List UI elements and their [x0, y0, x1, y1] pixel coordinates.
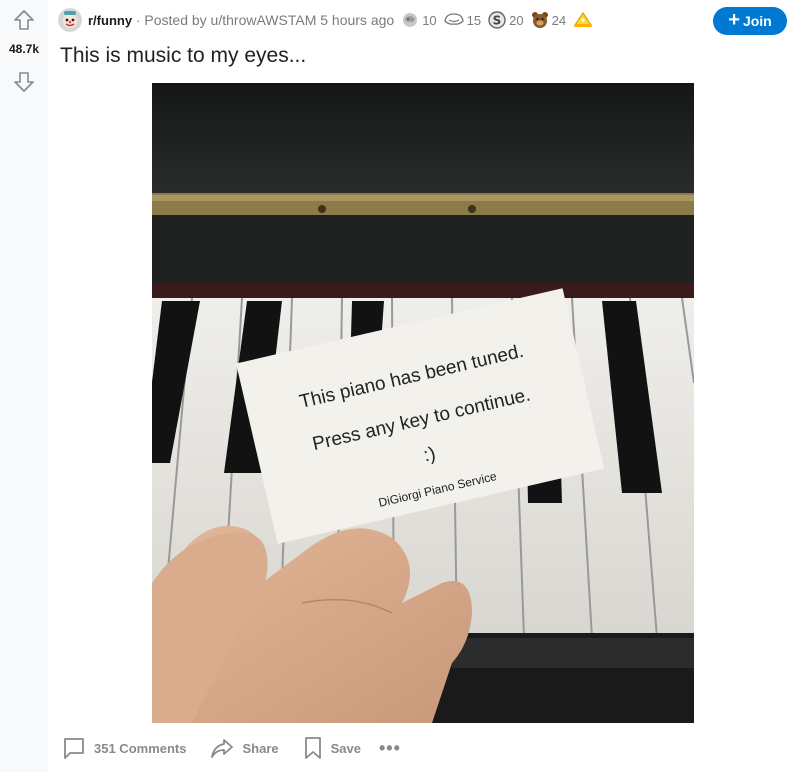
- posted-by-text[interactable]: Posted by u/throwAWSTAM 5 hours ago: [144, 12, 394, 28]
- award-hat[interactable]: [572, 10, 596, 30]
- post-header: r/funny · Posted by u/throwAWSTAM 5 hour…: [56, 6, 795, 34]
- subreddit-link[interactable]: r/funny: [88, 13, 132, 28]
- post-actions: 351 Comments Share Save •••: [62, 732, 401, 764]
- bookmark-icon: [304, 737, 321, 759]
- helpful-award-icon: [443, 13, 464, 25]
- more-options-icon[interactable]: •••: [379, 738, 401, 759]
- comments-button[interactable]: 351 Comments: [62, 736, 186, 760]
- share-button[interactable]: Share: [210, 736, 279, 760]
- award-count: 10: [422, 12, 437, 28]
- downvote-button[interactable]: [12, 70, 36, 94]
- separator-dot: ·: [136, 12, 141, 28]
- silver-award-icon: [403, 13, 418, 27]
- comments-label: 351 Comments: [94, 740, 187, 756]
- join-button[interactable]: + Join: [713, 7, 787, 35]
- share-label: Share: [242, 740, 279, 756]
- downvote-arrow-icon: [14, 72, 34, 92]
- award-count: 20: [509, 12, 524, 28]
- bear-award-icon: [531, 12, 548, 28]
- plus-icon: +: [728, 9, 740, 31]
- coin-award-icon: S: [488, 11, 506, 29]
- comment-icon: [64, 738, 84, 759]
- vote-column: 48.7k: [0, 0, 48, 772]
- save-button[interactable]: Save: [303, 736, 361, 760]
- hat-award-icon: [573, 11, 593, 27]
- subreddit-avatar-icon[interactable]: [58, 8, 82, 32]
- vote-score: 48.7k: [8, 42, 40, 56]
- award-count: 24: [551, 12, 567, 28]
- award-bear[interactable]: 24: [530, 10, 566, 30]
- share-icon: [211, 739, 234, 758]
- upvote-button[interactable]: [12, 8, 36, 32]
- award-silver[interactable]: 10: [400, 10, 437, 30]
- join-label: Join: [742, 13, 772, 29]
- save-label: Save: [330, 740, 361, 756]
- upvote-arrow-icon: [14, 10, 34, 30]
- post-image[interactable]: This piano has been tuned. Press any key…: [152, 83, 694, 723]
- piano-card-photo: This piano has been tuned. Press any key…: [152, 83, 694, 723]
- post-title[interactable]: This is music to my eyes...: [60, 44, 306, 68]
- award-count: 15: [466, 12, 482, 28]
- award-helpful[interactable]: 15: [443, 10, 481, 30]
- award-coin[interactable]: S 20: [487, 10, 524, 30]
- svg-text:S: S: [493, 14, 502, 28]
